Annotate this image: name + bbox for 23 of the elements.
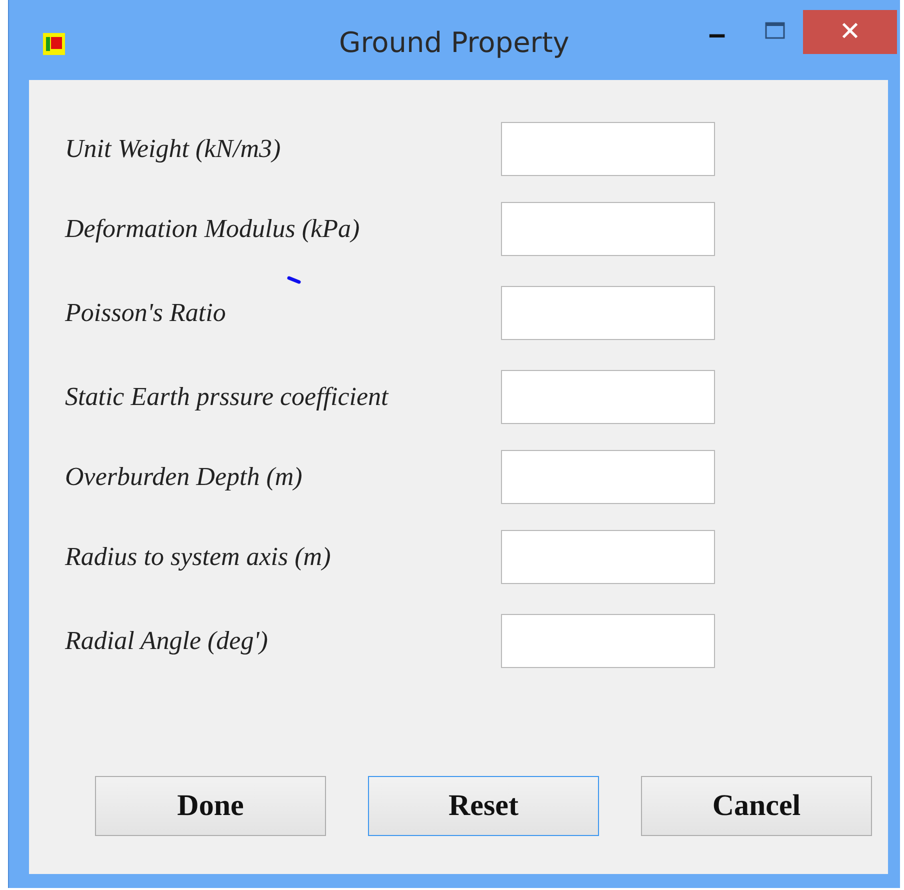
dialog-button[interactable]: Done — [95, 776, 326, 836]
input-field[interactable] — [501, 122, 715, 176]
maximize-icon[interactable] — [765, 22, 785, 39]
input-field[interactable] — [501, 202, 715, 256]
input-field[interactable] — [501, 370, 715, 424]
field-label: Static Earth prssure coefficient — [65, 382, 390, 412]
input-field[interactable] — [501, 450, 715, 504]
minimize-button[interactable]: ‒ — [704, 20, 730, 50]
field-label: Deformation Modulus (kPa) — [65, 214, 361, 244]
field-label: Radius to system axis (m) — [65, 542, 332, 572]
close-button[interactable]: ✕ — [803, 10, 897, 54]
input-field[interactable] — [501, 530, 715, 584]
dialog-button[interactable]: Cancel — [641, 776, 872, 836]
field-label: Overburden Depth (m) — [65, 462, 304, 492]
app-icon — [43, 33, 65, 55]
input-field[interactable] — [501, 286, 715, 340]
field-label: Poisson's Ratio — [65, 298, 227, 328]
field-label: Radial Angle (deg') — [65, 626, 269, 656]
input-field[interactable] — [501, 614, 715, 668]
field-label: Unit Weight (kN/m3) — [65, 134, 282, 164]
stroke-mark — [287, 276, 301, 284]
dialog-button[interactable]: Reset — [368, 776, 599, 836]
window-title: Ground Property — [339, 26, 570, 59]
